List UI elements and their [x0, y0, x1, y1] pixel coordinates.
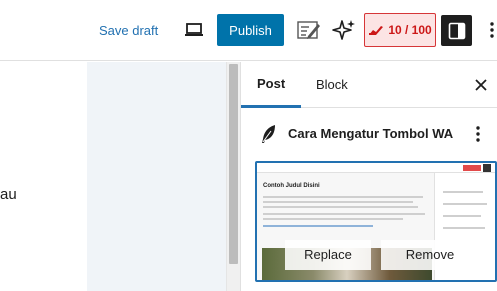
scrollbar-thumb[interactable]	[229, 64, 238, 264]
remove-image-button[interactable]: Remove	[381, 240, 479, 270]
laptop-icon	[185, 23, 203, 36]
seo-score: 10 / 100	[388, 23, 432, 37]
ai-assistant-button[interactable]	[330, 15, 358, 45]
post-summary-header: Cara Mengatur Tombol WA	[241, 118, 497, 150]
tab-block[interactable]: Block	[300, 62, 364, 108]
thumb-side-line	[443, 227, 485, 229]
thumb-line	[263, 206, 418, 208]
editor-header: Save draft Publish 10 / 100	[0, 0, 497, 61]
edit-note-button[interactable]	[294, 15, 324, 45]
thumb-heading: Contoh Judul Disini	[263, 183, 320, 189]
thumb-side-line	[443, 191, 483, 193]
thumb-line	[263, 201, 413, 203]
more-vertical-icon	[490, 22, 494, 38]
thumb-link-line	[263, 225, 373, 227]
save-draft-button[interactable]: Save draft	[93, 19, 164, 43]
editor-scrollbar[interactable]	[226, 62, 240, 291]
replace-image-button[interactable]: Replace	[285, 240, 371, 270]
editor-paragraph-text[interactable]: au	[0, 186, 17, 203]
settings-toggle-button[interactable]	[441, 15, 472, 46]
thumb-score-badge	[463, 165, 481, 171]
thumb-toolbar	[257, 163, 495, 173]
publish-button[interactable]: Publish	[217, 14, 284, 46]
seo-score-button[interactable]: 10 / 100	[364, 13, 436, 47]
thumb-line	[263, 213, 425, 215]
preview-button[interactable]	[180, 16, 208, 44]
settings-sidebar: Post Block Cara Mengatur Tombol WA Conto…	[240, 62, 497, 291]
more-vertical-icon	[476, 126, 480, 142]
thumb-side-line	[443, 215, 481, 217]
sidebar-tabs: Post Block	[241, 62, 497, 108]
editor-canvas[interactable]: au	[0, 62, 240, 291]
close-sidebar-button[interactable]	[470, 74, 492, 96]
post-title: Cara Mengatur Tombol WA	[288, 126, 454, 141]
tab-post[interactable]: Post	[241, 62, 302, 108]
thumb-line	[263, 196, 423, 198]
close-icon	[475, 79, 487, 91]
feather-icon	[262, 125, 275, 143]
rank-math-icon	[369, 26, 384, 35]
thumb-line	[263, 218, 403, 220]
edit-note-icon	[297, 21, 320, 39]
thumb-settings-square	[483, 164, 491, 172]
featured-image[interactable]: Contoh Judul Disini Replace Remove	[255, 161, 497, 282]
sidebar-toggle-icon	[448, 22, 465, 39]
post-actions-button[interactable]	[470, 122, 486, 146]
editor-side-panel	[87, 62, 227, 291]
thumb-side-line	[443, 203, 487, 205]
sparkles-icon	[332, 20, 355, 40]
options-menu-button[interactable]	[484, 16, 497, 44]
